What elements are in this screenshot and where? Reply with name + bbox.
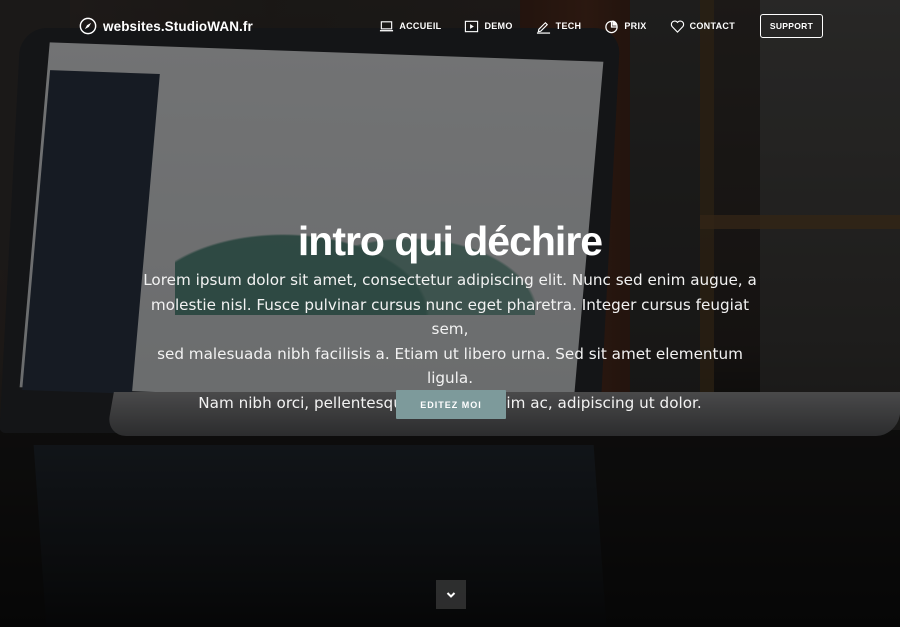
nav-label-demo: DEMO <box>484 21 513 31</box>
pencil-ruler-icon <box>536 21 550 34</box>
hero-line: molestie nisl. Fusce pulvinar cursus nun… <box>150 295 750 339</box>
scroll-down-button[interactable] <box>436 580 466 609</box>
support-button[interactable]: SUPPORT <box>760 14 823 38</box>
nav-item-contact[interactable]: CONTACT <box>670 14 735 38</box>
top-navbar: websites.StudioWAN.fr ACCUEIL DEMO TECH <box>0 0 900 52</box>
hero-line: Lorem ipsum dolor sit amet, consectetur … <box>143 271 757 289</box>
nav-label-tech: TECH <box>555 21 582 31</box>
brand-name: websites.StudioWAN.fr <box>103 18 253 34</box>
pie-chart-icon <box>605 19 619 33</box>
compass-icon <box>79 17 97 35</box>
nav-item-prix[interactable]: PRIX <box>604 14 646 38</box>
nav-item-accueil[interactable]: ACCUEIL <box>379 14 441 38</box>
brand-link[interactable]: websites.StudioWAN.fr <box>79 17 253 35</box>
chevron-down-icon <box>446 591 456 598</box>
hero-title: intro qui déchire <box>297 218 603 264</box>
nav-label-prix: PRIX <box>624 21 647 31</box>
nav-label-contact: CONTACT <box>689 21 735 31</box>
nav-item-demo[interactable]: DEMO <box>464 14 512 38</box>
main-menu: ACCUEIL DEMO TECH PRIX CONTACT SUPPORT <box>379 14 900 38</box>
edit-me-button[interactable]: EDITEZ MOI <box>396 390 506 419</box>
heart-icon <box>670 19 684 33</box>
laptop-icon <box>380 20 394 31</box>
nav-label-accueil: ACCUEIL <box>399 21 442 31</box>
play-icon <box>465 20 479 32</box>
nav-item-tech[interactable]: TECH <box>536 14 582 38</box>
hero-line: sed malesuada nibh facilisis a. Etiam ut… <box>157 344 743 388</box>
